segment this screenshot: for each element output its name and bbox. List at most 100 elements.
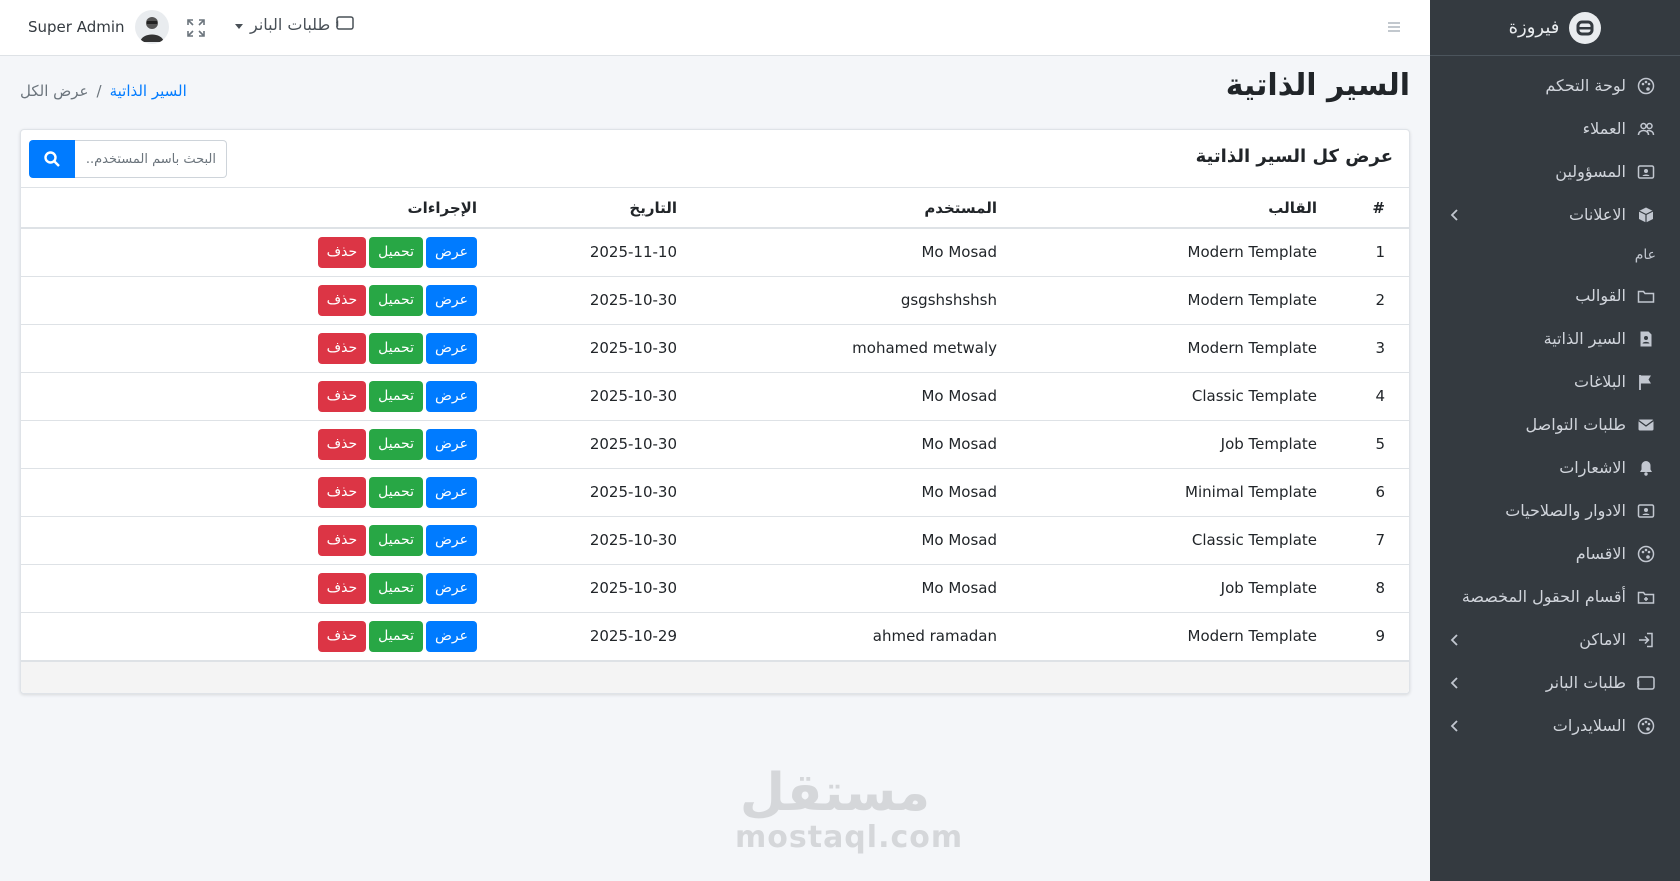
row-actions: عرض تحميل حذف: [33, 572, 477, 604]
cell-actions: عرض تحميل حذف: [21, 612, 489, 661]
cell-template: Modern Template: [1009, 324, 1329, 373]
view-button[interactable]: عرض: [425, 620, 477, 652]
sidebar-item-14[interactable]: Ad طلبات البانر: [1430, 661, 1680, 704]
view-button[interactable]: عرض: [425, 524, 477, 556]
delete-button[interactable]: حذف: [317, 476, 367, 508]
sidebar-item-13[interactable]: الاماكن: [1430, 618, 1680, 661]
cell-template: Job Template: [1009, 564, 1329, 613]
sidebar-item-10[interactable]: الادوار والصلاحيات: [1430, 489, 1680, 532]
cell-user: Mo Mosad: [689, 564, 1009, 613]
cell-date: 2025-10-30: [489, 372, 689, 421]
view-button[interactable]: عرض: [425, 476, 477, 508]
cell-number: 8: [1329, 564, 1409, 613]
sidebar-item-3[interactable]: المسؤولين: [1430, 150, 1680, 193]
cell-number: 3: [1329, 324, 1409, 373]
banner-requests-dropdown[interactable]: Ad طلبات البانر: [234, 15, 354, 34]
delete-button[interactable]: حذف: [317, 380, 367, 412]
sidebar-item-label: القوالب: [1575, 286, 1626, 305]
header-number: #: [1329, 188, 1409, 229]
top-navbar: Super Admin Ad طلبات البانر: [0, 0, 1430, 56]
sidebar-item-15[interactable]: السلايدرات: [1430, 704, 1680, 747]
id-card-icon: [1636, 162, 1656, 182]
sidebar-item-label: الاقسام: [1575, 544, 1626, 563]
download-button[interactable]: تحميل: [369, 284, 423, 316]
view-button[interactable]: عرض: [425, 332, 477, 364]
delete-button[interactable]: حذف: [317, 428, 367, 460]
user-menu[interactable]: Super Admin: [28, 10, 169, 44]
cell-actions: عرض تحميل حذف: [21, 564, 489, 613]
cell-date: 2025-10-30: [489, 564, 689, 613]
delete-button[interactable]: حذف: [317, 572, 367, 604]
ad-icon: Ad: [329, 15, 354, 34]
ad-icon: Ad: [1636, 673, 1656, 693]
download-button[interactable]: تحميل: [369, 380, 423, 412]
search-button[interactable]: [29, 140, 75, 178]
search-input[interactable]: [75, 140, 227, 178]
sidebar-item-7[interactable]: البلاغات: [1430, 360, 1680, 403]
download-button[interactable]: تحميل: [369, 524, 423, 556]
view-button[interactable]: عرض: [425, 428, 477, 460]
hamburger-icon[interactable]: [1384, 17, 1404, 37]
delete-button[interactable]: حذف: [317, 524, 367, 556]
cell-template: Minimal Template: [1009, 468, 1329, 517]
sidebar: فيروزة لوحة التحكم العملاء المسؤولين الاعلا…: [1430, 0, 1680, 881]
cell-number: 7: [1329, 516, 1409, 565]
breadcrumb-link[interactable]: السير الذاتية: [110, 82, 187, 100]
sidebar-item-4[interactable]: الاعلانات: [1430, 193, 1680, 236]
fullscreen-icon[interactable]: [185, 17, 207, 39]
cell-actions: عرض تحميل حذف: [21, 372, 489, 421]
card-footer: [21, 661, 1409, 693]
brand[interactable]: فيروزة: [1430, 0, 1680, 56]
delete-button[interactable]: حذف: [317, 236, 367, 268]
sidebar-item-2[interactable]: العملاء: [1430, 107, 1680, 150]
avatar[interactable]: [134, 10, 169, 44]
watermark-arabic: مستقل: [739, 763, 931, 823]
card-title: عرض كل السير الذاتية: [1195, 146, 1393, 167]
palette-icon: [1636, 716, 1656, 736]
row-actions: عرض تحميل حذف: [33, 476, 477, 508]
resumes-table: # القالب المستخدم التاريخ الإجراءات 1 Mod…: [21, 188, 1409, 661]
delete-button[interactable]: حذف: [317, 284, 367, 316]
cell-user: Mo Mosad: [689, 372, 1009, 421]
card-header: عرض كل السير الذاتية: [21, 130, 1409, 188]
sidebar-item-11[interactable]: الاقسام: [1430, 532, 1680, 575]
delete-button[interactable]: حذف: [317, 332, 367, 364]
sidebar-item-9[interactable]: الاشعارات: [1430, 446, 1680, 489]
cell-user: Mo Mosad: [689, 468, 1009, 517]
view-button[interactable]: عرض: [425, 284, 477, 316]
row-actions: عرض تحميل حذف: [33, 428, 477, 460]
breadcrumb-current: عرض الكل: [20, 82, 89, 100]
sidebar-item-12[interactable]: أقسام الحقول المخصصة: [1430, 575, 1680, 618]
table-body: 1 Modern Template Mo Mosad 2025-11-10 عرض تحم…: [21, 228, 1409, 661]
view-button[interactable]: عرض: [425, 236, 477, 268]
svg-text:Ad: Ad: [336, 20, 339, 29]
sidebar-item-8[interactable]: طلبات التواصل: [1430, 403, 1680, 446]
cell-user: Mo Mosad: [689, 420, 1009, 469]
folder-plus-icon: [1636, 587, 1656, 607]
cell-date: 2025-10-30: [489, 420, 689, 469]
search-icon: [44, 151, 60, 167]
cell-actions: عرض تحميل حذف: [21, 324, 489, 373]
download-button[interactable]: تحميل: [369, 236, 423, 268]
chevron-left-icon[interactable]: [1446, 632, 1462, 648]
sidebar-item-5[interactable]: القوالب: [1430, 274, 1680, 317]
chevron-left-icon[interactable]: [1446, 207, 1462, 223]
chevron-left-icon[interactable]: [1446, 718, 1462, 734]
row-actions: عرض تحميل حذف: [33, 620, 477, 652]
chevron-left-icon[interactable]: [1446, 675, 1462, 691]
download-button[interactable]: تحميل: [369, 620, 423, 652]
cell-actions: عرض تحميل حذف: [21, 276, 489, 325]
view-button[interactable]: عرض: [425, 380, 477, 412]
download-button[interactable]: تحميل: [369, 476, 423, 508]
sidebar-item-6[interactable]: السير الذاتية: [1430, 317, 1680, 360]
cell-user: mohamed metwaly: [689, 324, 1009, 373]
download-button[interactable]: تحميل: [369, 332, 423, 364]
download-button[interactable]: تحميل: [369, 572, 423, 604]
flag-icon: [1636, 372, 1656, 392]
view-button[interactable]: عرض: [425, 572, 477, 604]
delete-button[interactable]: حذف: [317, 620, 367, 652]
sidebar-item-label: البلاغات: [1574, 372, 1626, 391]
download-button[interactable]: تحميل: [369, 428, 423, 460]
palette-icon: [1636, 76, 1656, 96]
sidebar-item-1[interactable]: لوحة التحكم: [1430, 64, 1680, 107]
